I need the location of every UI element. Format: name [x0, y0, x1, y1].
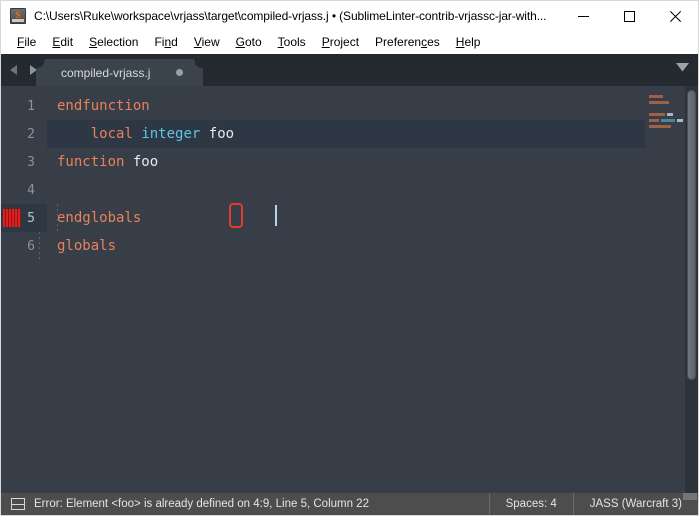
syntax-status[interactable]: JASS (Warcraft 3)	[574, 498, 698, 510]
menu-item-preferences[interactable]: Preferences	[367, 33, 448, 51]
code-line-text: endfunction	[47, 92, 150, 120]
minimap-token	[661, 118, 675, 122]
editor-tab[interactable]: compiled-vrjass.j	[44, 59, 196, 86]
maximize-icon	[623, 10, 635, 22]
menu-item-project[interactable]: Project	[314, 33, 367, 51]
close-icon	[669, 10, 681, 22]
window-controls	[560, 1, 698, 31]
close-button[interactable]	[652, 1, 698, 31]
menu-item-find[interactable]: Find	[146, 33, 185, 51]
sublime-text-icon: S	[10, 8, 26, 24]
tab-label: compiled-vrjass.j	[61, 65, 151, 80]
code-line[interactable]: globals	[47, 232, 645, 260]
menu-item-edit[interactable]: Edit	[44, 33, 81, 51]
code-token: local	[90, 126, 133, 142]
gutter-line: 2	[1, 120, 47, 148]
status-message: Error: Element <foo> is already defined …	[34, 498, 369, 510]
tab-dirty-indicator[interactable]	[176, 69, 184, 76]
maximize-button[interactable]	[606, 1, 652, 31]
minimize-icon	[577, 15, 589, 17]
code-token: endfunction	[57, 98, 150, 114]
minimap[interactable]	[645, 86, 685, 493]
menu-bar: File Edit Selection Find View Goto Tools Projec…	[1, 31, 698, 54]
code-line[interactable]: local integer foo	[47, 120, 645, 148]
code-line[interactable]: endfunction	[47, 92, 645, 120]
gutter-indent-guide	[39, 232, 40, 260]
chevron-down-icon[interactable]	[676, 63, 689, 72]
gutter-line: 5	[1, 204, 47, 232]
code-token: globals	[57, 238, 117, 254]
line-number: 4	[27, 182, 35, 198]
error-gutter-marker	[3, 209, 21, 227]
chevron-left-icon[interactable]	[9, 64, 20, 76]
minimap-line	[649, 123, 685, 129]
line-number: 3	[27, 154, 35, 170]
code-token: integer	[141, 126, 201, 142]
menu-item-help[interactable]: Help	[448, 33, 489, 51]
menu-item-file[interactable]: File	[9, 33, 44, 51]
line-number: 2	[27, 126, 35, 142]
panel-toggle-button[interactable]	[11, 498, 25, 510]
status-bar: Error: Element <foo> is already defined …	[1, 493, 698, 515]
code-line-text: local integer foo	[47, 120, 234, 148]
title-bar: S C:\Users\Ruke\workspace\vrjass\target\…	[1, 1, 698, 31]
minimap-token	[649, 100, 669, 104]
code-line-text: globals	[47, 232, 116, 260]
text-caret	[275, 205, 277, 226]
minimap-token	[649, 94, 663, 98]
vertical-scrollbar-thumb[interactable]	[687, 90, 696, 380]
gutter-line: 6	[1, 232, 47, 260]
gutter-line: 1	[1, 92, 47, 120]
vertical-scrollbar[interactable]	[685, 86, 698, 493]
line-number-gutter: 1 2 3 4 5 6	[1, 86, 47, 493]
resize-grip-icon[interactable]	[683, 493, 697, 500]
minimap-token	[677, 118, 683, 122]
sublime-text-window: S C:\Users\Ruke\workspace\vrjass\target\…	[0, 0, 699, 516]
code-token: function	[57, 154, 125, 170]
code-line[interactable]: endglobals	[47, 204, 645, 232]
code-line-text: function foo	[47, 148, 158, 176]
window-title: C:\Users\Ruke\workspace\vrjass\target\co…	[34, 9, 547, 23]
code-token: foo	[208, 126, 235, 142]
minimap-token	[649, 118, 659, 122]
gutter-line: 4	[1, 176, 47, 204]
indentation-status[interactable]: Spaces: 4	[490, 498, 573, 510]
line-number: 5	[27, 210, 35, 226]
menu-item-selection[interactable]: Selection	[81, 33, 146, 51]
code-line[interactable]	[47, 176, 645, 204]
code-token: foo	[132, 154, 159, 170]
minimap-token	[667, 112, 673, 116]
code-line-text: endglobals	[47, 204, 141, 232]
code-line[interactable]: function foo	[47, 148, 645, 176]
editor-area: 123456 endfunction local integer foo func…	[1, 86, 698, 493]
menu-item-view[interactable]: View	[186, 33, 228, 51]
menu-item-goto[interactable]: Goto	[228, 33, 270, 51]
gutter-line: 3	[1, 148, 47, 176]
code-token: endglobals	[57, 210, 142, 226]
tab-list: compiled-vrjass.j	[44, 54, 196, 86]
line-number: 6	[27, 238, 35, 254]
menu-item-tools[interactable]: Tools	[270, 33, 314, 51]
minimap-token	[649, 124, 671, 128]
panel-toggle-icon	[11, 498, 25, 510]
minimize-button[interactable]	[560, 1, 606, 31]
minimap-token	[649, 112, 665, 116]
tab-navigation	[1, 54, 38, 86]
line-number: 1	[27, 98, 35, 114]
code-content[interactable]: endfunction local integer foo function fo…	[47, 86, 645, 493]
tab-bar: compiled-vrjass.j	[1, 54, 698, 86]
